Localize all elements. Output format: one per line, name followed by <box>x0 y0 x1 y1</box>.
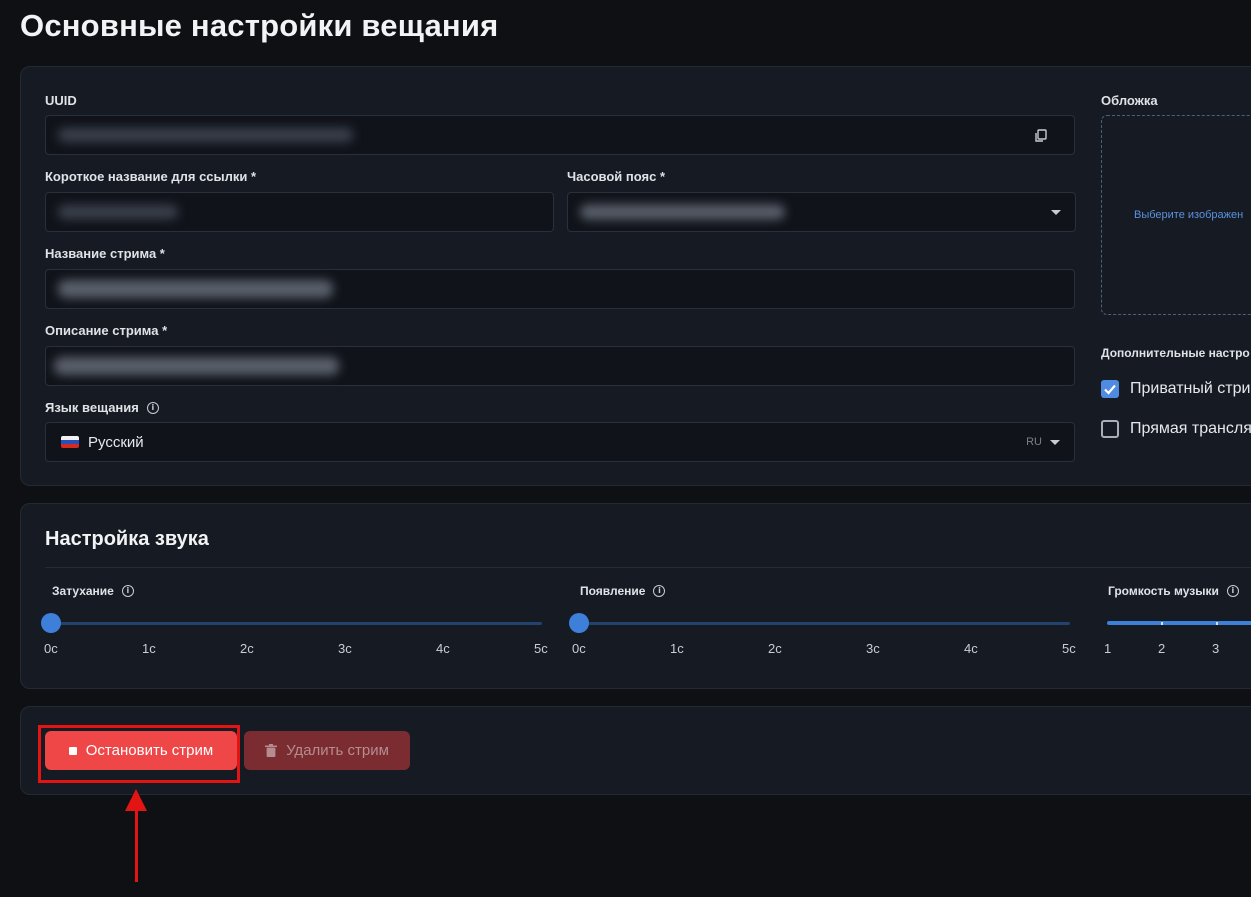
uuid-label: UUID <box>45 93 77 108</box>
fade-out-tick: 3с <box>338 641 352 656</box>
music-volume-label: Громкость музыки i <box>1108 584 1239 598</box>
annotation-highlight-box <box>38 725 240 783</box>
language-code: RU <box>1026 436 1042 448</box>
private-stream-checkbox[interactable] <box>1101 380 1119 398</box>
additional-settings-label: Дополнительные настро <box>1101 346 1250 360</box>
stream-description-label: Описание стрима * <box>45 323 168 338</box>
russia-flag-icon <box>61 436 79 448</box>
delete-stream-button[interactable]: Удалить стрим <box>244 731 410 770</box>
info-icon[interactable]: i <box>653 585 666 597</box>
fade-out-tick: 2с <box>240 641 254 656</box>
section-divider <box>45 567 1251 568</box>
fade-in-tick: 0с <box>572 641 586 656</box>
timezone-label: Часовой пояс * <box>567 169 666 184</box>
stream-name-input[interactable] <box>45 269 1075 309</box>
fade-in-slider-thumb[interactable] <box>569 613 589 633</box>
fade-out-tick: 1с <box>142 641 156 656</box>
sound-section-title: Настройка звука <box>45 528 209 550</box>
fade-out-tick: 5с <box>534 641 548 656</box>
music-volume-tick: 3 <box>1212 641 1220 656</box>
fade-in-label: Появление i <box>580 584 666 598</box>
music-volume-tick: 1 <box>1104 641 1112 656</box>
short-name-label: Короткое название для ссылки * <box>45 169 257 184</box>
info-icon[interactable]: i <box>1226 585 1239 597</box>
music-volume-tick: 2 <box>1158 641 1166 656</box>
music-volume-slider-track[interactable] <box>1107 621 1251 625</box>
fade-in-tick: 3с <box>866 641 880 656</box>
redacted-uuid <box>58 128 353 142</box>
stream-description-input[interactable] <box>45 346 1075 386</box>
language-value: Русский <box>88 434 144 451</box>
chevron-down-icon <box>1051 210 1061 215</box>
info-icon[interactable]: i <box>146 401 159 414</box>
fade-in-tick: 5с <box>1062 641 1076 656</box>
language-label: Язык вещания i <box>45 400 159 415</box>
live-broadcast-checkbox[interactable] <box>1101 420 1119 438</box>
fade-out-tick: 4с <box>436 641 450 656</box>
fade-out-label: Затухание i <box>52 584 134 598</box>
copy-icon[interactable] <box>1034 129 1048 143</box>
redacted-stream-description <box>54 357 339 375</box>
fade-out-slider-track[interactable] <box>51 622 542 625</box>
fade-out-tick: 0с <box>44 641 58 656</box>
fade-out-slider-thumb[interactable] <box>41 613 61 633</box>
uuid-field[interactable] <box>45 115 1075 155</box>
annotation-arrow-line <box>135 808 138 882</box>
fade-in-tick: 4с <box>964 641 978 656</box>
cover-upload-dropzone[interactable]: Выберите изображен <box>1101 115 1251 315</box>
redacted-timezone <box>580 204 785 220</box>
redacted-stream-name <box>58 280 333 298</box>
fade-in-tick: 1с <box>670 641 684 656</box>
timezone-select[interactable] <box>567 192 1076 232</box>
fade-in-tick: 2с <box>768 641 782 656</box>
info-icon[interactable]: i <box>121 585 134 597</box>
sound-settings-card: Настройка звука Затухание i 0с 1с 2с 3с … <box>20 503 1251 689</box>
short-name-input[interactable] <box>45 192 554 232</box>
live-broadcast-label[interactable]: Прямая трансля <box>1130 420 1251 438</box>
redacted-short-name <box>58 205 178 219</box>
stream-name-label: Название стрима * <box>45 246 165 261</box>
check-icon <box>1104 384 1116 395</box>
cover-label: Обложка <box>1101 93 1158 108</box>
page-title: Основные настройки вещания <box>20 8 499 43</box>
music-volume-tick-mark <box>1161 622 1163 625</box>
language-select[interactable]: Русский RU <box>45 422 1075 462</box>
cover-upload-prompt[interactable]: Выберите изображен <box>1134 209 1243 221</box>
trash-icon <box>265 744 278 757</box>
private-stream-label[interactable]: Приватный стри <box>1130 380 1250 398</box>
chevron-down-icon <box>1050 440 1060 445</box>
main-settings-card: UUID Короткое название для ссылки * Часо… <box>20 66 1251 486</box>
music-volume-tick-mark <box>1216 622 1218 625</box>
fade-in-slider-track[interactable] <box>579 622 1070 625</box>
